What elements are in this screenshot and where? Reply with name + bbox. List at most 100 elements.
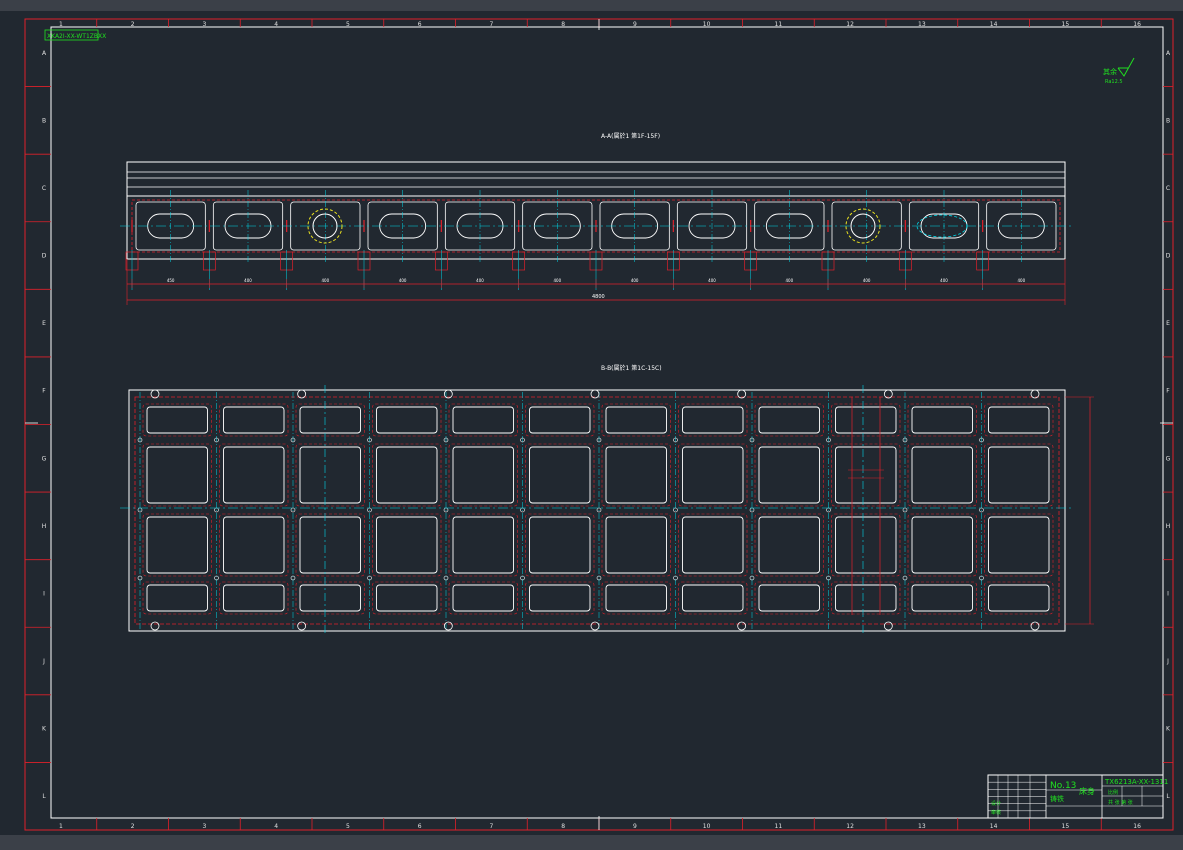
section-b-pocket <box>529 516 591 574</box>
section-b-title: B-B(属於1 第1C-15C) <box>601 364 662 372</box>
bolt-hole-icon <box>443 621 453 631</box>
section-b-pocket <box>146 516 208 574</box>
title-block-part-name: 床身 <box>1079 786 1095 796</box>
section-b-pocket <box>911 516 973 574</box>
row-label-left: G <box>42 455 47 462</box>
inner-border-frame <box>50 26 1164 819</box>
section-b-pocket <box>605 406 667 434</box>
section-b-pocket <box>605 584 667 612</box>
row-label-right: D <box>1166 253 1171 260</box>
section-b-pocket <box>299 584 361 612</box>
col-label-top: 14 <box>990 21 998 28</box>
col-label-top: 3 <box>202 21 206 28</box>
row-label-right: G <box>1166 455 1171 462</box>
col-label-bottom: 8 <box>561 823 565 830</box>
title-block-number: No.13 <box>1050 781 1076 791</box>
title-block-material: 铸铁 <box>1050 794 1064 803</box>
segment-dimension: 400 <box>863 278 871 283</box>
section-b-pocket <box>988 584 1050 612</box>
section-a-title: A-A(属於1 第1F-15F) <box>601 132 660 140</box>
section-b-pocket <box>911 406 973 434</box>
col-label-bottom: 1 <box>59 823 63 830</box>
roughness-note-sub: Ra12.5 <box>1105 79 1123 85</box>
row-label-left: L <box>42 793 46 800</box>
top-toolbar-strip <box>0 0 1183 11</box>
section-b-pocket <box>223 446 285 504</box>
section-b-pocket <box>605 516 667 574</box>
row-label-left: C <box>42 185 46 192</box>
col-label-top: 12 <box>846 21 854 28</box>
col-label-bottom: 12 <box>846 823 854 830</box>
section-b-pocket <box>911 446 973 504</box>
col-label-top: 11 <box>775 21 783 28</box>
segment-dimension: 400 <box>940 278 948 283</box>
section-b-pocket <box>682 516 744 574</box>
section-b-pocket <box>835 584 897 612</box>
title-block-checker: 审核 <box>991 809 1001 816</box>
segment-dimension: 400 <box>476 278 484 283</box>
col-label-top: 6 <box>418 21 422 28</box>
row-label-right: H <box>1166 523 1171 530</box>
bolt-hole-icon <box>590 621 600 631</box>
section-b-pocket <box>223 584 285 612</box>
slot-highlight <box>916 214 968 238</box>
bolt-hole-icon <box>737 621 747 631</box>
section-b-pocket <box>299 446 361 504</box>
row-label-left: K <box>42 726 47 733</box>
section-b-pocket <box>758 584 820 612</box>
segment-dimension: 400 <box>399 278 407 283</box>
segment-dimension: 400 <box>786 278 794 283</box>
overall-length-dimension: 4800 <box>592 294 605 300</box>
section-b-pocket <box>835 516 897 574</box>
section-b-pocket <box>376 516 438 574</box>
section-b-pocket <box>682 446 744 504</box>
col-label-top: 13 <box>918 21 926 28</box>
cad-drawing-canvas: 1122334455667788991010111112121313141415… <box>24 18 1174 831</box>
section-b-pocket <box>911 584 973 612</box>
section-b-pocket <box>452 584 514 612</box>
row-label-right: I <box>1167 590 1169 597</box>
segment-dimension: 450 <box>167 278 175 283</box>
section-b-pocket <box>758 406 820 434</box>
col-label-bottom: 13 <box>918 823 926 830</box>
drawing-code-stamp: XKA2I-XX-WT1ZBXX <box>47 33 106 40</box>
section-b-pocket <box>299 516 361 574</box>
section-b-pocket <box>682 584 744 612</box>
row-label-right: L <box>1166 793 1170 800</box>
col-label-top: 15 <box>1062 21 1070 28</box>
col-label-top: 7 <box>489 21 493 28</box>
bottom-status-strip <box>0 835 1183 850</box>
section-b-pocket <box>758 446 820 504</box>
bolt-hole-icon <box>297 621 307 631</box>
row-label-right: A <box>1166 50 1171 57</box>
row-label-right: B <box>1166 117 1170 124</box>
bolt-hole-icon <box>297 389 307 399</box>
title-block-sheet: 共 张 第 张 <box>1108 799 1133 806</box>
section-b-pocket <box>835 446 897 504</box>
title-block-drawing-no: TX6213A-XX-1311 <box>1104 778 1168 786</box>
col-label-top: 9 <box>633 21 637 28</box>
col-label-bottom: 15 <box>1062 823 1070 830</box>
section-b-pocket <box>452 516 514 574</box>
section-b-pocket-grid <box>137 392 1054 630</box>
col-label-bottom: 5 <box>346 823 350 830</box>
segment-dimension: 400 <box>708 278 716 283</box>
col-label-bottom: 10 <box>703 823 711 830</box>
segment-dimension: 400 <box>631 278 639 283</box>
col-label-top: 1 <box>59 21 63 28</box>
section-b-pocket <box>376 584 438 612</box>
section-b-pocket <box>682 406 744 434</box>
section-a-segment-dimensions: 450 400 400 400 400 400 400 400 400 400 400 400 <box>131 278 1026 288</box>
section-b-pocket <box>988 406 1050 434</box>
row-label-left: I <box>43 590 45 597</box>
row-label-right: F <box>1166 388 1170 395</box>
section-b-pocket <box>988 516 1050 574</box>
title-block-designer: 设计 <box>991 800 1001 807</box>
col-label-bottom: 7 <box>489 823 493 830</box>
title-block-scale: 比例 <box>1108 789 1118 796</box>
section-b-pocket <box>758 516 820 574</box>
row-label-left: A <box>42 50 47 57</box>
segment-dimension: 400 <box>1018 278 1026 283</box>
col-label-bottom: 4 <box>274 823 278 830</box>
section-b-pocket <box>376 406 438 434</box>
